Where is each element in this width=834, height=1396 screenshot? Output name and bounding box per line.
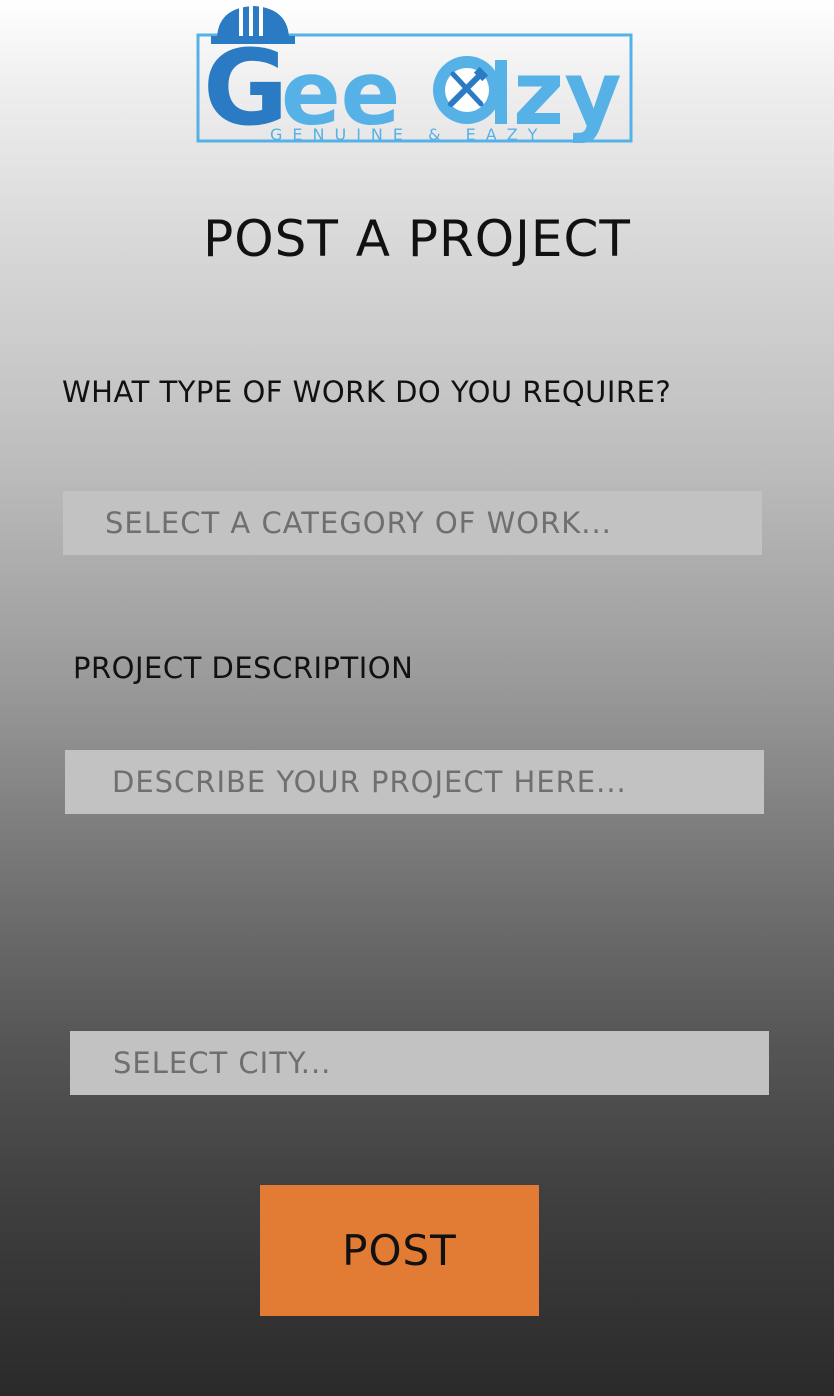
project-description-label: PROJECT DESCRIPTION [73, 651, 414, 685]
page-title: POST A PROJECT [203, 210, 631, 268]
project-description-input[interactable]: DESCRIBE YOUR PROJECT HERE... [65, 750, 764, 814]
city-select[interactable]: SELECT CITY... [70, 1031, 769, 1095]
category-select[interactable]: SELECT A CATEGORY OF WORK... [63, 491, 762, 555]
city-select-placeholder: SELECT CITY... [113, 1046, 332, 1080]
logo-tagline: GENUINE & EAZY [270, 125, 547, 144]
project-description-placeholder: DESCRIBE YOUR PROJECT HERE... [112, 765, 627, 799]
post-button[interactable]: POST [260, 1185, 539, 1316]
work-type-label: WHAT TYPE OF WORK DO YOU REQUIRE? [62, 375, 672, 409]
geeazy-logo: G ee zy GENUINE & EAZY [196, 2, 633, 149]
category-select-placeholder: SELECT A CATEGORY OF WORK... [105, 506, 612, 540]
